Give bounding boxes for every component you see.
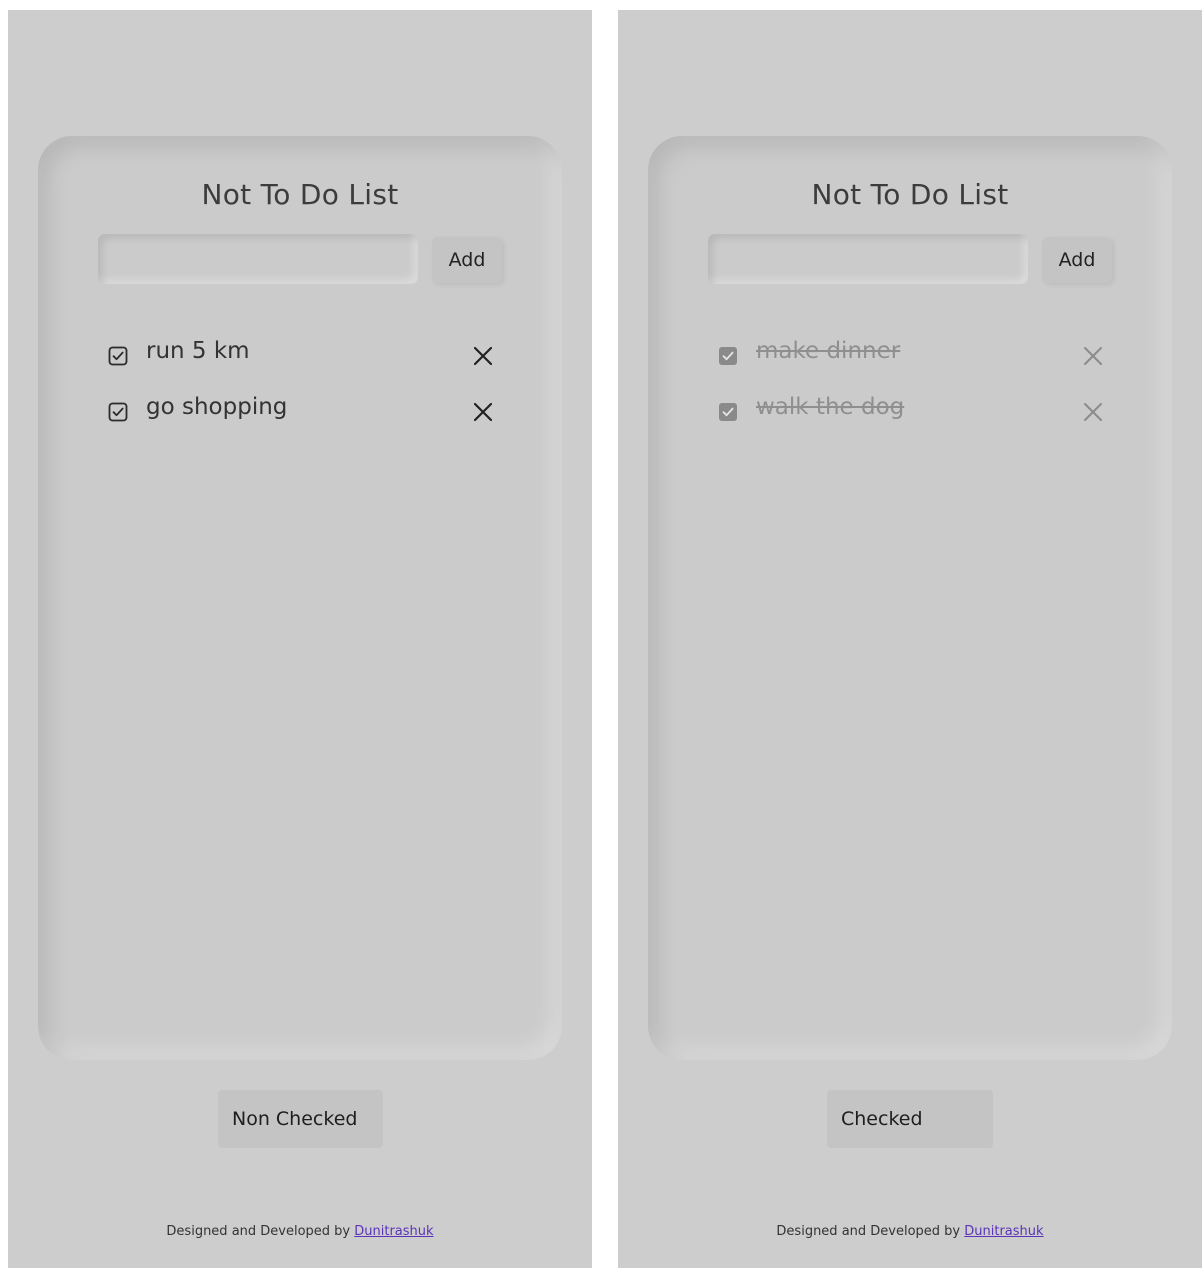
task-input[interactable] — [98, 234, 418, 284]
footer: Designed and Developed by Dunitrashuk — [618, 1224, 1202, 1239]
author-link[interactable]: Dunitrashuk — [354, 1224, 433, 1239]
card-title: Not To Do List — [811, 178, 1009, 211]
task-item: make dinner — [718, 336, 1108, 392]
close-icon[interactable] — [1082, 345, 1104, 367]
checkbox-icon[interactable] — [108, 402, 128, 422]
close-icon[interactable] — [1082, 401, 1104, 423]
task-list: run 5 km go shopping — [108, 336, 498, 448]
filter-non-checked-button[interactable]: Non Checked — [218, 1090, 383, 1148]
checkbox-icon[interactable] — [108, 346, 128, 366]
task-input[interactable] — [708, 234, 1028, 284]
todo-card: Not To Do List Add make dinner walk the … — [648, 136, 1172, 1060]
task-item: go shopping — [108, 392, 498, 448]
task-list: make dinner walk the dog — [718, 336, 1108, 448]
task-item: walk the dog — [718, 392, 1108, 448]
todo-card: Not To Do List Add run 5 km go shopping — [38, 136, 562, 1060]
add-button[interactable]: Add — [1042, 237, 1112, 283]
checkbox-checked-icon[interactable] — [718, 346, 738, 366]
task-label: run 5 km — [146, 338, 250, 364]
checkbox-checked-icon[interactable] — [718, 402, 738, 422]
author-link[interactable]: Dunitrashuk — [964, 1224, 1043, 1239]
close-icon[interactable] — [472, 345, 494, 367]
screen-checked: Not To Do List Add make dinner walk the … — [618, 10, 1202, 1268]
screen-non-checked: Not To Do List Add run 5 km go shopping … — [8, 10, 592, 1268]
task-item: run 5 km — [108, 336, 498, 392]
footer: Designed and Developed by Dunitrashuk — [8, 1224, 592, 1239]
stage: Not To Do List Add run 5 km go shopping … — [0, 0, 1202, 1268]
close-icon[interactable] — [472, 401, 494, 423]
task-label: walk the dog — [756, 394, 905, 420]
add-button[interactable]: Add — [432, 237, 502, 283]
filter-checked-button[interactable]: Checked — [827, 1090, 993, 1148]
task-label: go shopping — [146, 394, 288, 420]
footer-text: Designed and Developed by — [166, 1224, 351, 1239]
card-title: Not To Do List — [201, 178, 399, 211]
footer-text: Designed and Developed by — [776, 1224, 961, 1239]
task-label: make dinner — [756, 338, 901, 364]
